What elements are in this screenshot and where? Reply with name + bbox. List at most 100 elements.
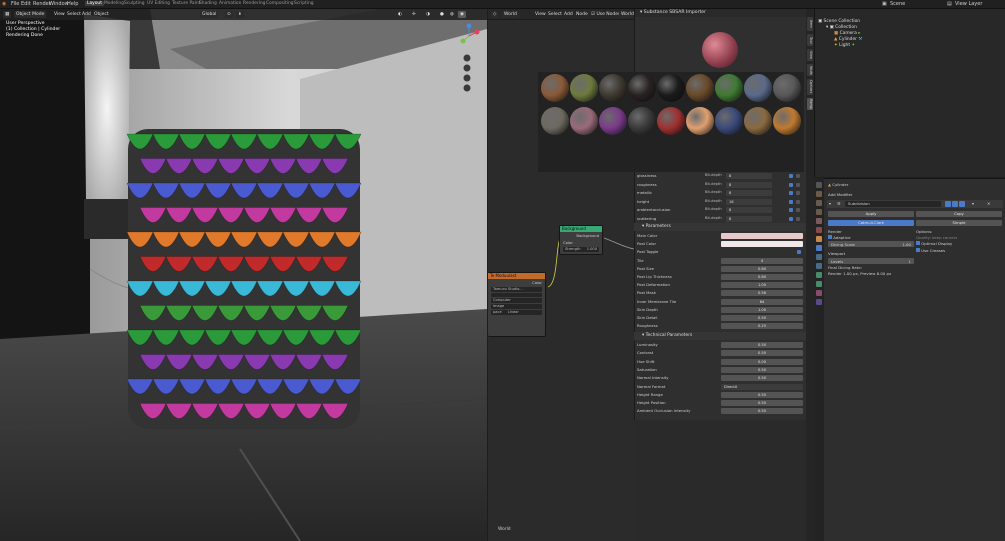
bake-row-height-bitdepth-dropdown[interactable]: 16 [726, 198, 772, 205]
add-modifier-dropdown[interactable]: Add Modifier [828, 192, 853, 197]
projection-dropdown[interactable]: Computer [491, 298, 542, 303]
levels-field[interactable]: Levels 1 [828, 258, 914, 264]
material-thumbnail[interactable] [744, 107, 772, 135]
output-tab-icon[interactable] [816, 200, 822, 206]
bake-row-glossiness-enable-checkbox[interactable] [789, 174, 793, 178]
use-creases-checkbox[interactable]: Use Creases [916, 248, 945, 253]
tab-rendering[interactable]: Rendering [243, 1, 265, 6]
world-tab-icon[interactable] [816, 227, 822, 233]
tech-saturation-field[interactable]: 0.50 [721, 366, 803, 373]
node-editor-type-icon[interactable]: ◇ [491, 11, 499, 18]
tech-normal-intensity-field[interactable]: 0.50 [721, 375, 803, 382]
post-toggle-checkbox[interactable] [797, 250, 801, 255]
use-nodes-checkbox[interactable]: ☑ Use Nodes [589, 11, 622, 18]
viewport-menu-object[interactable]: Object [92, 11, 111, 18]
environment-texture-node[interactable]: Te Moduulast Color Tamuco Studio... Comp… [488, 272, 546, 337]
color-space-dropdown[interactable]: pace Linear [491, 310, 542, 315]
tech-normal-format-field[interactable]: DirectX [721, 383, 803, 390]
outliner-item-light[interactable]: ✦ Light ✦ [834, 43, 855, 48]
material-thumbnail[interactable] [715, 107, 743, 135]
color-input-socket[interactable]: Color [560, 239, 602, 246]
bake-row-metallic-bitdepth-dropdown[interactable]: 8 [726, 190, 772, 196]
param-post-mask-field[interactable]: 0.56 [721, 290, 803, 297]
view-layer-tab-icon[interactable] [816, 209, 822, 215]
param-post-lip-thickness-field[interactable]: 0.60 [721, 274, 803, 280]
bake-row-glossiness-bitdepth-dropdown[interactable]: 8 [726, 173, 772, 179]
outliner-item-cylinder[interactable]: ▲ Cylinder ⚒ [834, 37, 862, 42]
parameters-section-header[interactable]: ▾ Parameters [634, 223, 806, 231]
strength-field[interactable]: Strength 1.000 [563, 247, 599, 252]
param-post-toggle-field[interactable] [721, 249, 803, 255]
texture-color-output[interactable]: Color [488, 279, 545, 286]
tab-layout[interactable]: Layout [85, 1, 104, 6]
bake-row-roughness-extra-toggle[interactable] [796, 182, 800, 187]
properties-editor[interactable] [814, 178, 1005, 541]
viewport-menu-add[interactable]: Add [80, 11, 93, 18]
snap-icon[interactable]: ⋔ [236, 11, 244, 18]
param-post-color-field[interactable] [721, 241, 803, 248]
param-post-size-field[interactable]: 0.60 [721, 265, 803, 272]
particles-tab-icon[interactable] [816, 254, 822, 260]
modifier-move-icon[interactable]: ▾ [972, 201, 974, 206]
tab-modeling[interactable]: Modeling [104, 1, 124, 6]
modifier-expand-icon[interactable]: ▾ [829, 201, 831, 206]
shading-material-icon[interactable]: ◍ [448, 11, 456, 18]
tab-uv-editing[interactable]: UV Editing [147, 1, 170, 6]
bake-row-ambientocclusion-enable-checkbox[interactable] [789, 208, 793, 212]
param-skin-detail-field[interactable]: 0.50 [721, 315, 803, 321]
param-tile-field[interactable]: 4 [721, 257, 803, 264]
material-thumbnail[interactable] [570, 74, 598, 102]
technical-parameters-section-header[interactable]: ▾ Technical Parameters [634, 332, 806, 340]
object-mode-dropdown[interactable]: Object Mode [14, 11, 47, 18]
viewport-toggle-icon[interactable] [952, 201, 958, 207]
outliner-item-camera[interactable]: ■ Camera ▸ [834, 31, 860, 36]
scene-selector-icon[interactable]: ▣ [882, 1, 887, 7]
tab-sculpting[interactable]: Sculpting [124, 1, 145, 6]
modifier-header[interactable]: ▾ ⚒ Subdivision ▾ ✕ [827, 200, 1003, 208]
tab-scripting[interactable]: Scripting [294, 1, 314, 6]
material-thumbnail[interactable] [628, 74, 656, 102]
shader-type-dropdown[interactable]: World [502, 11, 519, 18]
sidebar-tab-tool[interactable]: Tool [807, 34, 813, 46]
node-menu-add[interactable]: Add [562, 11, 575, 18]
param-roughness-field[interactable]: 0.25 [721, 323, 803, 330]
view-layer-icon[interactable]: ▤ [947, 1, 952, 7]
simple-button[interactable]: Simple [916, 220, 1002, 226]
bake-row-ambientocclusion-extra-toggle[interactable] [796, 208, 800, 212]
sidebar-tab-ramp[interactable]: Ramp [807, 98, 813, 110]
shading-rendered-icon[interactable]: ◉ [458, 11, 466, 18]
material-tab-icon[interactable] [816, 290, 822, 296]
material-thumbnail[interactable] [744, 74, 772, 102]
material-thumbnail[interactable] [686, 74, 714, 102]
param-main-color-field[interactable] [721, 233, 803, 239]
data-tab-icon[interactable] [816, 281, 822, 287]
modifier-close-icon[interactable]: ✕ [987, 201, 990, 206]
param-skin-depth-field[interactable]: 1.00 [721, 306, 803, 313]
tech-hue-shift-field[interactable]: 0.00 [721, 358, 803, 365]
dicing-scale-field[interactable]: Dicing Scale 1.00 [828, 241, 914, 247]
tech-luminosity-field[interactable]: 0.50 [721, 342, 803, 348]
menu-file[interactable]: File [11, 1, 19, 7]
bake-row-glossiness-extra-toggle[interactable] [796, 174, 800, 178]
bake-row-scattering-extra-toggle[interactable] [796, 216, 800, 221]
bake-row-metallic-enable-checkbox[interactable] [789, 191, 793, 195]
bake-row-roughness-bitdepth-dropdown[interactable]: 8 [726, 181, 772, 188]
catmull-clark-button[interactable]: Catmull-Clark [828, 220, 914, 226]
physics-tab-icon[interactable] [816, 263, 822, 269]
gizmo-icon[interactable]: ✢ [410, 11, 418, 18]
material-thumbnail[interactable] [599, 74, 627, 102]
tab-shading[interactable]: Shading [199, 1, 217, 6]
param-post-deformation-field[interactable]: 1.00 [721, 282, 803, 289]
tab-compositing[interactable]: Compositing [266, 1, 294, 6]
editor-type-icon[interactable]: ▦ [3, 11, 12, 18]
visibility-icon[interactable]: ◐ [396, 11, 404, 18]
bake-row-scattering-enable-checkbox[interactable] [789, 216, 793, 221]
bake-row-height-enable-checkbox[interactable] [789, 199, 793, 204]
blender-logo-icon[interactable]: ◉ [2, 1, 6, 7]
material-thumbnail[interactable] [657, 107, 685, 135]
pivot-icon[interactable]: ⊙ [225, 11, 233, 18]
material-thumbnail[interactable] [599, 107, 627, 135]
render-tab-icon[interactable] [816, 191, 822, 197]
navigation-gizmo[interactable] [455, 22, 483, 92]
tab-animation[interactable]: Animation [219, 1, 241, 6]
